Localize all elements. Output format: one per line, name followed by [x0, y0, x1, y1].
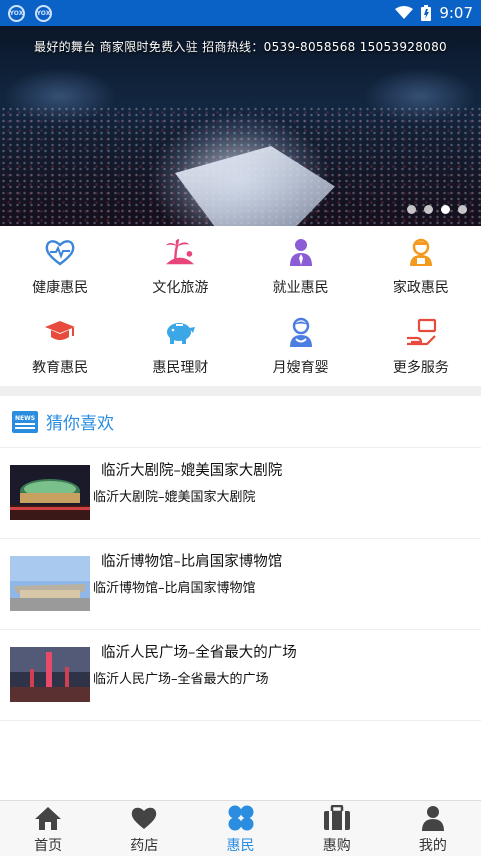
- item-title: 临沂人民广场–全省最大的广场: [101, 645, 297, 661]
- category-nanny[interactable]: 月嫂育婴: [241, 306, 361, 386]
- person-tie-icon: [285, 236, 317, 268]
- tab-label: 惠购: [322, 838, 351, 854]
- housekeeper-icon: [405, 236, 437, 268]
- category-label: 教育惠民: [32, 360, 89, 376]
- item-subtitle: 临沂大剧院–媲美国家大剧院: [93, 490, 256, 505]
- recommend-list: 临沂大剧院–媲美国家大剧院 临沂大剧院–媲美国家大剧院 临沂博物馆–比肩国家博物…: [0, 448, 481, 721]
- category-label: 惠民理财: [152, 360, 209, 376]
- item-subtitle: 临沂人民广场–全省最大的广场: [93, 672, 269, 687]
- notification-badge-icon: YOX: [35, 4, 52, 22]
- category-housekeeping[interactable]: 家政惠民: [361, 226, 481, 306]
- category-label: 文化旅游: [152, 280, 209, 296]
- section-title: 猜你喜欢: [46, 414, 114, 434]
- category-education[interactable]: 教育惠民: [0, 306, 120, 386]
- category-label: 就业惠民: [272, 280, 329, 296]
- pager-dot[interactable]: [441, 205, 450, 214]
- heart-pulse-icon: [44, 236, 76, 268]
- item-title: 临沂大剧院–媲美国家大剧院: [101, 463, 283, 479]
- category-more[interactable]: 更多服务: [361, 306, 481, 386]
- item-title: 临沂博物馆–比肩国家博物馆: [101, 554, 283, 570]
- section-divider: [0, 386, 481, 396]
- tab-label: 药店: [130, 838, 159, 854]
- heart-icon: [130, 804, 158, 832]
- tab-label: 首页: [34, 838, 63, 854]
- category-label: 健康惠民: [32, 280, 89, 296]
- category-health[interactable]: 健康惠民: [0, 226, 120, 306]
- pager-dot[interactable]: [458, 205, 467, 214]
- app-screen: YOX YOX 9:07 最好的舞台 商家限时免费入驻 招商热线：0539-80…: [0, 0, 481, 856]
- category-employment[interactable]: 就业惠民: [241, 226, 361, 306]
- bottom-tab-bar: 首页 药店 惠民 惠购 我的: [0, 800, 481, 856]
- list-item[interactable]: 临沂博物馆–比肩国家博物馆 临沂博物馆–比肩国家博物馆: [0, 539, 481, 630]
- promo-banner[interactable]: 最好的舞台 商家限时免费入驻 招商热线：0539-8058568 1505392…: [0, 26, 481, 226]
- notification-badge-icon: YOX: [8, 4, 25, 22]
- graduation-cap-icon: [44, 316, 76, 348]
- section-header: NEWS 猜你喜欢: [0, 396, 481, 448]
- category-label: 家政惠民: [392, 280, 449, 296]
- clover-icon: [227, 804, 255, 832]
- tab-huimin[interactable]: 惠民: [192, 801, 288, 856]
- square-thumbnail: [10, 647, 90, 702]
- banner-pager: [407, 205, 467, 214]
- category-travel[interactable]: 文化旅游: [120, 226, 240, 306]
- nanny-icon: [285, 316, 317, 348]
- piggy-bank-icon: [164, 316, 196, 348]
- clock: 9:07: [439, 4, 473, 22]
- list-item[interactable]: 临沂人民广场–全省最大的广场 临沂人民广场–全省最大的广场: [0, 630, 481, 721]
- battery-icon: [421, 5, 432, 21]
- hand-service-icon: [405, 316, 437, 348]
- banner-subtitle: 最好的舞台 商家限时免费入驻 招商热线：0539-8058568 1505392…: [34, 40, 447, 54]
- item-subtitle: 临沂博物馆–比肩国家博物馆: [93, 581, 256, 596]
- tab-label: 惠民: [226, 838, 255, 854]
- news-icon: NEWS: [12, 410, 38, 433]
- tab-label: 我的: [418, 838, 447, 854]
- home-icon: [34, 804, 62, 832]
- category-label: 更多服务: [392, 360, 449, 376]
- museum-thumbnail: [10, 556, 90, 611]
- tab-home[interactable]: 首页: [0, 801, 96, 856]
- user-icon: [419, 804, 447, 832]
- tab-shopping[interactable]: 惠购: [289, 801, 385, 856]
- pager-dot[interactable]: [424, 205, 433, 214]
- status-bar: YOX YOX 9:07: [0, 0, 481, 26]
- tab-pharmacy[interactable]: 药店: [96, 801, 192, 856]
- svg-text:NEWS: NEWS: [15, 415, 35, 422]
- category-finance[interactable]: 惠民理财: [120, 306, 240, 386]
- briefcase-icon: [323, 804, 351, 832]
- tab-mine[interactable]: 我的: [385, 801, 481, 856]
- theater-thumbnail: [10, 465, 90, 520]
- category-grid: 健康惠民 文化旅游 就业惠民 家政惠民 教育惠民 惠民理财 月嫂育婴 更多服务: [0, 226, 481, 386]
- category-label: 月嫂育婴: [272, 360, 329, 376]
- wifi-icon: [395, 6, 414, 19]
- palm-tree-icon: [164, 236, 196, 268]
- pager-dot[interactable]: [407, 205, 416, 214]
- list-item[interactable]: 临沂大剧院–媲美国家大剧院 临沂大剧院–媲美国家大剧院: [0, 448, 481, 539]
